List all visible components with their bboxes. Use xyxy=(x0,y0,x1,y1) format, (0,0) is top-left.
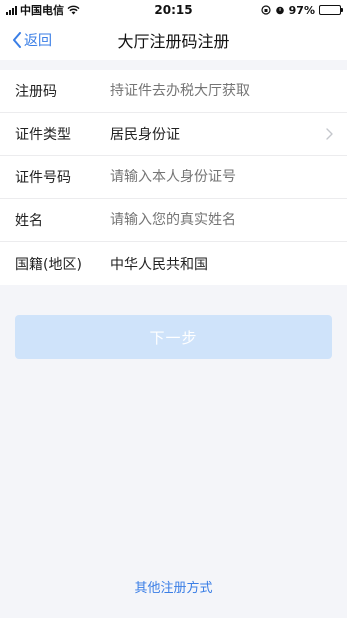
nationality-row: 国籍(地区) 中华人民共和国 xyxy=(0,242,347,285)
id-number-label: 证件号码 xyxy=(15,170,71,186)
section-gap xyxy=(0,60,347,70)
id-number-input[interactable] xyxy=(110,169,347,185)
back-button[interactable]: 返回 xyxy=(0,30,52,50)
nav-bar: 返回 大厅注册码注册 xyxy=(0,20,347,60)
id-type-value: 居民身份证 xyxy=(110,127,180,143)
name-input[interactable] xyxy=(110,212,347,228)
id-type-label: 证件类型 xyxy=(15,127,71,143)
nationality-value: 中华人民共和国 xyxy=(110,256,208,273)
button-area: 下一步 xyxy=(0,285,347,359)
registration-code-input[interactable] xyxy=(110,83,347,99)
back-label: 返回 xyxy=(24,33,52,49)
next-button[interactable]: 下一步 xyxy=(15,315,332,359)
nationality-label: 国籍(地区) xyxy=(15,256,82,273)
other-registration-methods-link[interactable]: 其他注册方式 xyxy=(0,577,347,596)
status-time: 20:15 xyxy=(154,3,193,17)
chevron-right-icon xyxy=(326,128,333,140)
registration-code-label: 注册码 xyxy=(15,84,57,100)
id-type-row[interactable]: 证件类型 居民身份证 xyxy=(0,113,347,156)
registration-form: 注册码 证件类型 居民身份证 证件号码 姓名 国籍(地区) 中华人民共和国 xyxy=(0,70,347,285)
name-label: 姓名 xyxy=(15,213,43,229)
id-number-row: 证件号码 xyxy=(0,156,347,199)
chevron-left-icon xyxy=(13,32,21,48)
battery-icon xyxy=(319,5,343,15)
status-bar: 中国电信 20:15 97% xyxy=(0,0,347,20)
registration-code-row: 注册码 xyxy=(0,70,347,113)
page-title: 大厅注册码注册 xyxy=(117,32,230,51)
name-row: 姓名 xyxy=(0,199,347,242)
